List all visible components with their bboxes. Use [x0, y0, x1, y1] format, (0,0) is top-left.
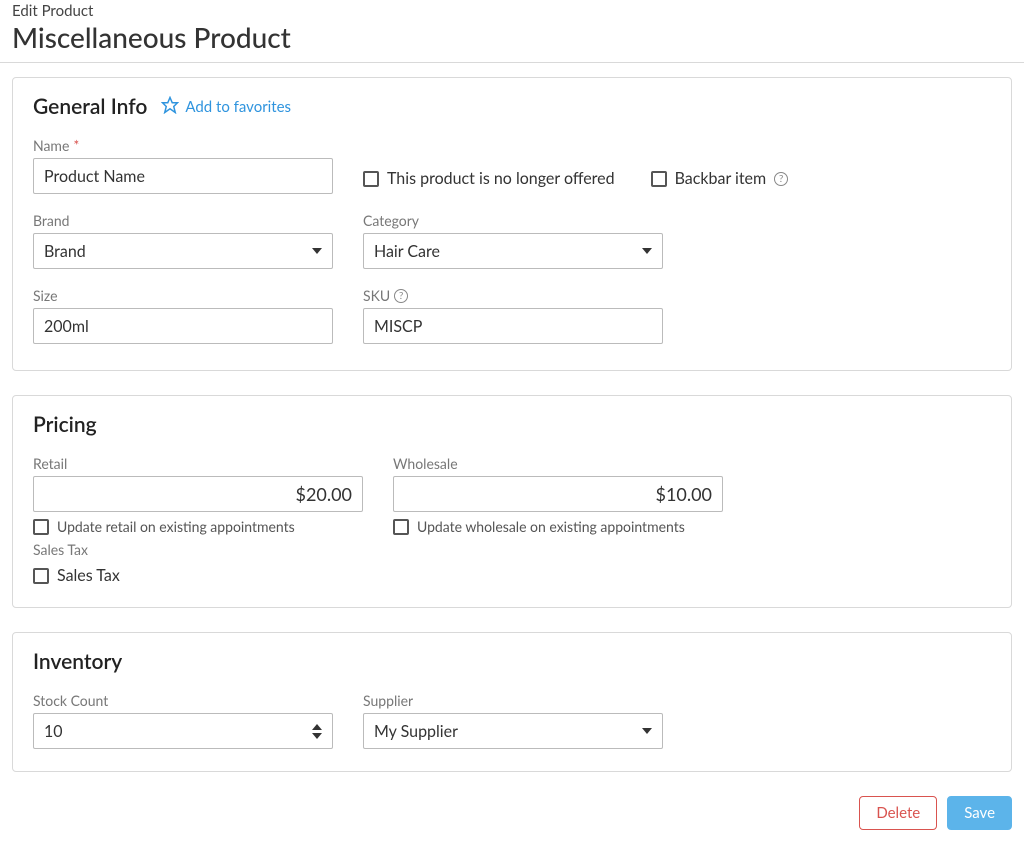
size-value: 200ml	[44, 317, 89, 336]
no-longer-offered-checkbox[interactable]: This product is no longer offered	[363, 169, 615, 188]
retail-value: $20.00	[296, 483, 352, 505]
add-to-favorites-link[interactable]: Add to favorites	[161, 96, 291, 118]
save-button[interactable]: Save	[947, 796, 1012, 830]
no-longer-offered-label: This product is no longer offered	[387, 169, 615, 188]
stepper-icon[interactable]	[312, 724, 322, 739]
delete-button[interactable]: Delete	[859, 796, 937, 830]
wholesale-input[interactable]: $10.00	[393, 476, 723, 512]
retail-label: Retail	[33, 455, 363, 472]
wholesale-label: Wholesale	[393, 455, 723, 472]
sales-tax-label: Sales Tax	[57, 566, 120, 585]
divider	[0, 62, 1024, 63]
retail-update-checkbox[interactable]: Update retail on existing appointments	[33, 518, 363, 535]
sku-label: SKU	[363, 287, 390, 304]
general-info-title: General Info	[33, 94, 147, 119]
sales-tax-section-label: Sales Tax	[33, 541, 991, 558]
help-icon[interactable]: ?	[774, 172, 788, 186]
name-value: Product Name	[44, 167, 145, 186]
checkbox-icon	[393, 519, 409, 535]
checkbox-icon	[363, 171, 379, 187]
brand-label: Brand	[33, 212, 333, 229]
name-label: Name	[33, 137, 69, 154]
brand-value: Brand	[44, 242, 86, 261]
sku-input[interactable]: MISCP	[363, 308, 663, 344]
name-input[interactable]: Product Name	[33, 158, 333, 194]
supplier-label: Supplier	[363, 692, 663, 709]
wholesale-update-checkbox[interactable]: Update wholesale on existing appointment…	[393, 518, 723, 535]
pricing-card: Pricing Retail $20.00 Update retail on e…	[12, 395, 1012, 608]
wholesale-value: $10.00	[656, 483, 712, 505]
pricing-title: Pricing	[33, 412, 991, 437]
checkbox-icon	[651, 171, 667, 187]
size-input[interactable]: 200ml	[33, 308, 333, 344]
sales-tax-checkbox[interactable]: Sales Tax	[33, 566, 991, 585]
category-value: Hair Care	[374, 242, 440, 261]
chevron-down-icon	[642, 728, 652, 734]
supplier-value: My Supplier	[374, 722, 458, 741]
sku-value: MISCP	[374, 317, 422, 336]
retail-update-label: Update retail on existing appointments	[57, 518, 295, 535]
stock-count-label: Stock Count	[33, 692, 333, 709]
breadcrumb: Edit Product	[12, 0, 1012, 20]
size-label: Size	[33, 287, 333, 304]
category-select[interactable]: Hair Care	[363, 233, 663, 269]
stock-count-value: 10	[44, 722, 63, 741]
chevron-down-icon	[642, 248, 652, 254]
retail-input[interactable]: $20.00	[33, 476, 363, 512]
brand-select[interactable]: Brand	[33, 233, 333, 269]
chevron-down-icon	[312, 248, 322, 254]
star-icon	[161, 96, 179, 118]
help-icon[interactable]: ?	[394, 289, 408, 303]
backbar-checkbox[interactable]: Backbar item ?	[651, 169, 789, 188]
page-title: Miscellaneous Product	[12, 20, 1012, 54]
stock-count-input[interactable]: 10	[33, 713, 333, 749]
general-info-card: General Info Add to favorites Name* Prod…	[12, 77, 1012, 371]
inventory-title: Inventory	[33, 649, 991, 674]
checkbox-icon	[33, 519, 49, 535]
add-to-favorites-label: Add to favorites	[185, 98, 291, 116]
inventory-card: Inventory Stock Count 10 Supplier My Sup…	[12, 632, 1012, 772]
backbar-label: Backbar item	[675, 169, 767, 188]
supplier-select[interactable]: My Supplier	[363, 713, 663, 749]
checkbox-icon	[33, 568, 49, 584]
category-label: Category	[363, 212, 663, 229]
wholesale-update-label: Update wholesale on existing appointment…	[417, 518, 685, 535]
